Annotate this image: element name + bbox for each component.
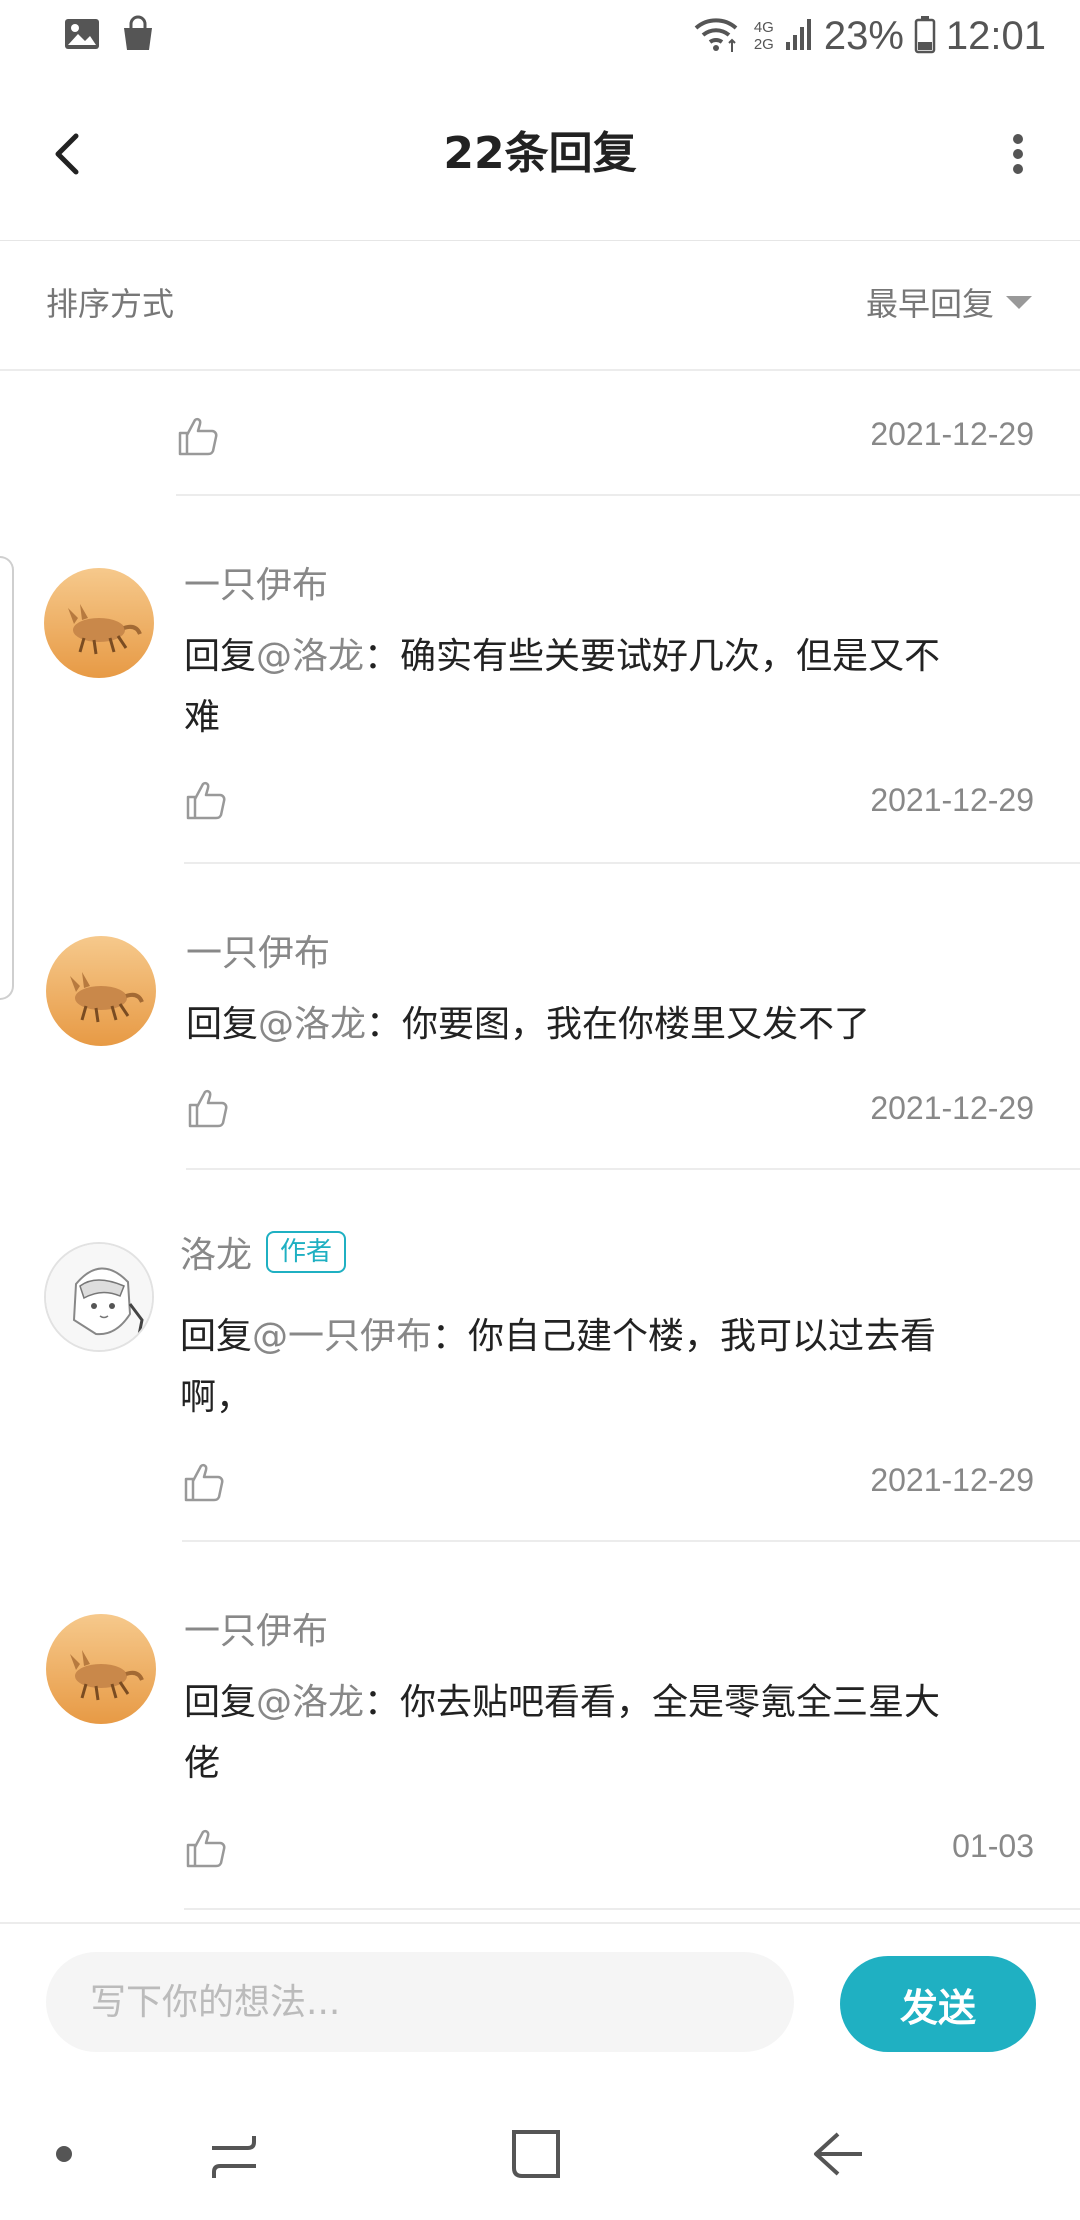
recent-apps-icon[interactable] — [204, 2126, 264, 2190]
comment-content: 回复@一只伊布：你自己建个楼，我可以过去看 啊， — [180, 1316, 937, 1418]
username[interactable]: 一只伊布 — [186, 924, 330, 976]
signal-icon — [784, 16, 814, 56]
shopping-bag-icon — [118, 14, 158, 58]
avatar[interactable] — [44, 1242, 154, 1352]
comment-date: 2021-12-29 — [870, 1090, 1034, 1126]
like-button[interactable] — [182, 1460, 226, 1504]
username[interactable]: 一只伊布 — [184, 1602, 328, 1654]
comment-date: 2021-12-29 — [870, 416, 1034, 452]
gallery-icon — [62, 14, 102, 58]
battery-percent: 23% — [823, 13, 904, 58]
thumbs-up-icon — [178, 417, 218, 456]
sort-label: 排序方式 — [46, 285, 175, 323]
comment-date: 2021-12-29 — [870, 1462, 1034, 1498]
avatar[interactable] — [44, 568, 154, 678]
nav-back-icon[interactable] — [808, 2124, 868, 2188]
avatar[interactable] — [46, 1614, 156, 1724]
sort-value: 最早回复 — [865, 285, 994, 323]
author-badge: 作者 — [266, 1231, 347, 1273]
comment-content: 回复@洛龙：你去贴吧看看，全是零氪全三星大佬 — [184, 1682, 941, 1784]
thumbs-up-icon — [184, 1463, 224, 1502]
dropdown-triangle-icon — [1006, 295, 1032, 309]
comment-item: 一只伊布 回复@洛龙：你去贴吧看看，全是零氪全三星大佬 01-03 — [0, 1542, 1080, 1922]
mention-link[interactable]: @一只伊布 — [252, 1316, 432, 1357]
battery-icon — [914, 14, 936, 58]
comment-date: 01-03 — [952, 1828, 1034, 1864]
mention-link[interactable]: @洛龙 — [256, 636, 364, 677]
thumbs-up-icon — [188, 1089, 228, 1128]
comment-input-bar: 发送 — [0, 1922, 1080, 2054]
nav-dot-indicator[interactable] — [56, 2146, 72, 2162]
like-button[interactable] — [176, 414, 220, 458]
send-button[interactable]: 发送 — [840, 1956, 1036, 2052]
sort-bar: 排序方式 最早回复 — [0, 240, 1080, 371]
comment-date: 2021-12-29 — [870, 782, 1034, 818]
like-button[interactable] — [184, 778, 228, 822]
username[interactable]: 洛龙 作者 — [180, 1226, 347, 1278]
home-icon[interactable] — [506, 2124, 566, 2188]
navigation-bar — [0, 2090, 1080, 2220]
comment-input[interactable] — [46, 1952, 794, 2052]
thumbs-up-icon — [186, 781, 226, 820]
more-vertical-icon — [1013, 134, 1023, 174]
wifi-icon — [692, 14, 744, 58]
more-button[interactable] — [996, 124, 1040, 184]
comment-item: 洛龙 作者 回复@一只伊布：你自己建个楼，我可以过去看 啊， 2021-12-29 — [0, 1170, 1080, 1542]
comment-content: 回复@洛龙：你要图，我在你楼里又发不了 — [186, 1004, 871, 1045]
clock: 12:01 — [945, 13, 1046, 58]
mention-link[interactable]: @洛龙 — [258, 1004, 366, 1045]
like-button[interactable] — [184, 1826, 228, 1870]
comment-item: 一只伊布 回复@洛龙：确实有些关要试好几次，但是又不难 2021-12-29 — [0, 496, 1080, 864]
like-button[interactable] — [186, 1086, 230, 1130]
status-bar: 4G 2G 23% 12:01 — [0, 0, 1080, 72]
mention-link[interactable]: @洛龙 — [256, 1682, 364, 1723]
page-title: 22条回复 — [443, 128, 637, 179]
sort-dropdown[interactable]: 最早回复 — [866, 279, 1032, 325]
comment-item: 2021-12-29 — [0, 370, 1080, 496]
header: 22条回复 — [0, 72, 1080, 240]
username[interactable]: 一只伊布 — [184, 556, 328, 608]
network-type: 4G 2G — [753, 19, 774, 53]
thumbs-up-icon — [186, 1829, 226, 1868]
divider — [184, 1908, 1080, 1910]
avatar[interactable] — [46, 936, 156, 1046]
comment-item: 一只伊布 回复@洛龙：你要图，我在你楼里又发不了 2021-12-29 — [0, 864, 1080, 1170]
comment-content: 回复@洛龙：确实有些关要试好几次，但是又不难 — [184, 636, 941, 738]
